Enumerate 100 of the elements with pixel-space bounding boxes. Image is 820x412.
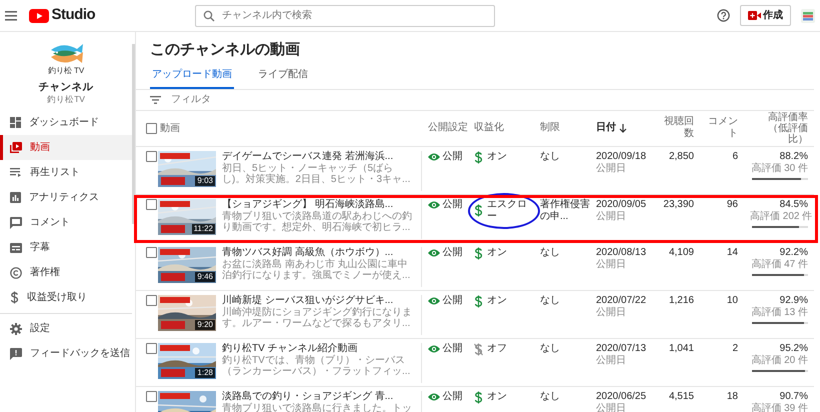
date-note: 公開日 — [596, 354, 627, 366]
likes-text: 高評価 39 件 — [750, 402, 808, 412]
eye-icon — [428, 296, 440, 304]
row-checkbox[interactable] — [146, 294, 157, 306]
video-description: 青物ブリ狙いで淡路島に行きました。トッ — [222, 402, 413, 412]
date-text: 2020/09/18 — [596, 150, 648, 162]
column-header: 制限 — [539, 122, 561, 134]
monetization-text: オン — [487, 295, 507, 307]
video-title[interactable]: 淡路島での釣り・ショアジギング 青... — [222, 390, 416, 402]
visibility-text: 公開 — [442, 390, 462, 402]
scrollbar[interactable] — [132, 44, 135, 224]
visibility-text: 公開 — [442, 150, 462, 162]
date-text: 2020/07/13 — [596, 342, 648, 354]
video-description: 青物ブリ狙いで淡路島道の駅あわじへの釣 — [222, 210, 413, 222]
views-cell-text: 4,109 — [668, 246, 695, 258]
date-note: 公開日 — [596, 258, 627, 270]
video-title[interactable]: 青物ツバス好調 高級魚（ホウボウ）... — [222, 246, 416, 258]
sidebar-item[interactable]: 収益受け取り — [0, 285, 132, 310]
restriction-text: なし — [539, 342, 561, 354]
subtitles-icon — [10, 242, 22, 252]
video-description: り動画です。想定外、明石海峡で初ヒラ... — [222, 222, 412, 232]
sort-down-icon[interactable] — [618, 124, 626, 132]
date-note: 公開日 — [596, 162, 627, 174]
video-title[interactable]: デイゲームでシーバス連発 若洲海浜... — [222, 150, 416, 162]
date-text: 2020/07/22 — [596, 294, 648, 306]
date-note: 公開日 — [596, 210, 627, 222]
restriction-text: 著作権侵害の申... — [539, 198, 590, 222]
row-checkbox[interactable] — [146, 390, 157, 402]
eye-icon — [428, 248, 440, 256]
column-header: 公開設定 — [427, 122, 468, 134]
restriction-text: なし — [539, 246, 561, 258]
column-header[interactable]: 日付 — [596, 122, 616, 134]
video-icon — [10, 142, 22, 153]
sidebar-item[interactable]: アナリティクス — [0, 185, 132, 210]
logo-text: 釣り松 TV — [48, 66, 84, 76]
create-button[interactable]: 作成 — [740, 5, 791, 26]
video-description: 釣り松TVでは、青物（ブリ）・シーバス — [222, 354, 406, 366]
row-checkbox[interactable] — [146, 246, 157, 258]
help-icon[interactable] — [716, 9, 730, 22]
search-icon — [203, 10, 216, 22]
tab[interactable]: ライブ配信 — [256, 62, 310, 88]
sidebar-item[interactable]: コメント — [0, 210, 132, 235]
playlist-icon — [10, 168, 22, 177]
page-title: このチャンネルの動画 — [149, 40, 301, 60]
likes-text: 高評価 30 件 — [750, 162, 808, 174]
settings-icon — [10, 322, 22, 334]
comment-icon — [10, 216, 22, 228]
comments-cell-text: 6 — [731, 150, 739, 162]
date-note: 公開日 — [596, 402, 627, 412]
date-text: 2020/08/13 — [596, 246, 648, 258]
duration-label: 1:28 — [195, 368, 215, 378]
likes-text: 高評価 47 件 — [750, 258, 808, 270]
monetization-text: オン — [487, 151, 507, 163]
views-cell-text: 23,390 — [662, 198, 695, 210]
sidebar-item[interactable]: 設定 — [0, 316, 132, 341]
row-checkbox[interactable] — [146, 150, 157, 162]
sidebar-item[interactable]: 動画 — [0, 135, 132, 160]
avatar-icon[interactable] — [801, 8, 815, 22]
sidebar-item[interactable]: ダッシュボード — [0, 110, 132, 135]
comments-cell-text: 18 — [726, 390, 739, 402]
dashboard-icon — [10, 117, 21, 128]
copyright-icon — [10, 266, 22, 278]
comments-cell-text: 14 — [726, 246, 739, 258]
video-description: し)。対策実施。2日目、5ヒット・3キャ... — [222, 174, 412, 184]
sidebar-item[interactable]: 著作権 — [0, 260, 132, 285]
ratio-text: 92.2% — [778, 246, 808, 258]
select-all-checkbox[interactable] — [146, 122, 157, 134]
ratio-text: 92.9% — [778, 294, 808, 306]
restriction-text: なし — [539, 150, 561, 162]
comments-cell-text: 96 — [726, 198, 739, 210]
visibility-text: 公開 — [442, 246, 462, 258]
video-title[interactable]: 川崎新堤 シーバス狙いがジグサビキ... — [222, 294, 416, 306]
likes-text: 高評価 20 件 — [750, 354, 808, 366]
channel-name: 釣り松TV — [47, 94, 85, 105]
column-header: 高評価率（低評価比） — [767, 112, 809, 144]
menu-icon[interactable] — [5, 10, 19, 20]
date-text: 2020/06/25 — [596, 390, 648, 402]
sidebar-item[interactable]: 再生リスト — [0, 160, 132, 185]
filter-icon[interactable] — [150, 96, 161, 104]
video-title[interactable]: 釣り松TV チャンネル紹介動画 — [222, 342, 416, 354]
monetization-text: オン — [487, 391, 507, 403]
row-checkbox[interactable] — [146, 342, 157, 354]
row-checkbox[interactable] — [146, 198, 157, 210]
search-field[interactable]: チャンネル内で検索 — [195, 4, 496, 26]
date-text: 2020/09/05 — [596, 198, 648, 210]
visibility-text: 公開 — [442, 294, 462, 306]
play-logo-icon — [29, 8, 49, 22]
comments-cell-text: 10 — [726, 294, 739, 306]
video-description: 初日、5ヒット・ノーキャッチ（5ばら — [222, 162, 394, 174]
views-cell-text: 2,850 — [668, 150, 695, 162]
video-description: 川崎沖堤防にショアジギング釣行になりま — [222, 306, 413, 318]
monetization-text: オフ — [487, 343, 507, 355]
visibility-text: 公開 — [442, 198, 462, 210]
tab[interactable]: アップロード動画 — [150, 62, 234, 88]
video-title[interactable]: 【ショアジギング】 明石海峡淡路島... — [222, 198, 416, 210]
video-description: お盆に淡路島 南あわじ市 丸山公園に車中 — [222, 258, 409, 270]
sidebar-item[interactable]: フィードバックを送信 — [0, 341, 132, 366]
eye-icon — [428, 392, 440, 400]
sidebar-item[interactable]: 字幕 — [0, 235, 132, 260]
eye-icon — [428, 200, 440, 208]
